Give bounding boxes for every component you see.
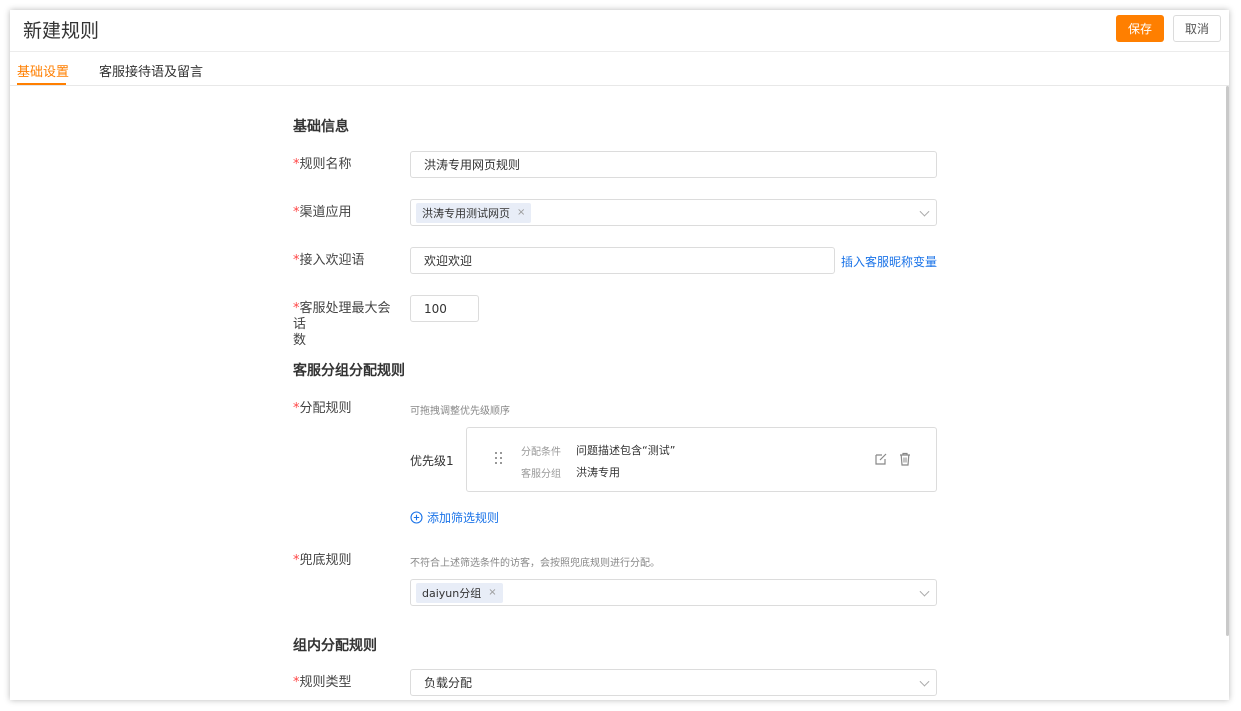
insert-nickname-variable-link[interactable]: 插入客服昵称变量 bbox=[841, 253, 937, 270]
channel-label-text: 渠道应用 bbox=[299, 205, 352, 220]
welcome-input[interactable]: 欢迎欢迎 bbox=[410, 247, 835, 274]
edit-icon[interactable] bbox=[874, 452, 888, 466]
welcome-label-text: 接入欢迎语 bbox=[299, 253, 365, 268]
welcome-label: *接入欢迎语 bbox=[293, 253, 403, 269]
max-sessions-label: *客服处理最大会话数 bbox=[293, 301, 403, 349]
rule-name-label-text: 规则名称 bbox=[299, 157, 352, 172]
chevron-down-icon bbox=[919, 586, 930, 597]
add-filter-rule-link[interactable]: 添加筛选规则 bbox=[410, 509, 499, 526]
save-button[interactable]: 保存 bbox=[1116, 15, 1164, 42]
chevron-down-icon bbox=[919, 676, 930, 687]
delete-icon[interactable] bbox=[898, 452, 912, 466]
max-sessions-input[interactable]: 100 bbox=[410, 295, 479, 322]
section-title-basic-info: 基础信息 bbox=[293, 119, 349, 135]
active-tab-indicator bbox=[17, 83, 66, 85]
channel-label: *渠道应用 bbox=[293, 205, 403, 221]
form-content: 基础信息 *规则名称 洪涛专用网页规则 *渠道应用 洪涛专用测试网页 × *接入… bbox=[10, 86, 1229, 700]
assign-rule-hint: 可拖拽调整优先级顺序 bbox=[410, 406, 510, 417]
vertical-scrollbar[interactable] bbox=[1226, 86, 1229, 636]
max-sessions-label-line1: 客服处理最大会话 bbox=[293, 301, 391, 332]
rule-type-select[interactable]: 负载分配 bbox=[410, 669, 937, 696]
tab-basic-settings[interactable]: 基础设置 bbox=[17, 61, 69, 80]
page-title: 新建规则 bbox=[23, 20, 100, 42]
rule-name-value: 洪涛专用网页规则 bbox=[424, 158, 521, 172]
condition-key: 分配条件 bbox=[521, 447, 561, 458]
channel-tag: 洪涛专用测试网页 × bbox=[416, 202, 532, 223]
tab-greeting-and-message[interactable]: 客服接待语及留言 bbox=[99, 61, 203, 80]
section-title-intra-group: 组内分配规则 bbox=[293, 638, 377, 654]
condition-value: 问题描述包含“测试” bbox=[576, 444, 676, 457]
assign-rule-label: *分配规则 bbox=[293, 401, 403, 417]
max-sessions-value: 100 bbox=[424, 301, 447, 316]
max-sessions-label-line2: 数 bbox=[293, 333, 307, 348]
fallback-rule-label-text: 兜底规则 bbox=[299, 553, 352, 568]
rule-name-label: *规则名称 bbox=[293, 157, 403, 173]
fallback-group-tag-label: daiyun分组 bbox=[422, 586, 482, 600]
rule-type-label-text: 规则类型 bbox=[299, 675, 352, 690]
fallback-rule-label: *兜底规则 bbox=[293, 553, 403, 569]
header-bar: 新建规则 保存 取消 bbox=[10, 10, 1229, 52]
add-filter-rule-label: 添加筛选规则 bbox=[427, 511, 500, 525]
cancel-button[interactable]: 取消 bbox=[1173, 15, 1221, 42]
plus-circle-icon bbox=[410, 511, 423, 524]
fallback-rule-hint: 不符合上述筛选条件的访客，会按照兜底规则进行分配。 bbox=[410, 558, 660, 569]
channel-tag-label: 洪涛专用测试网页 bbox=[422, 206, 510, 220]
assign-rule-label-text: 分配规则 bbox=[299, 401, 352, 416]
fallback-group-select[interactable]: daiyun分组 × bbox=[410, 579, 937, 606]
welcome-value: 欢迎欢迎 bbox=[424, 254, 473, 268]
chevron-down-icon bbox=[919, 206, 930, 217]
section-title-group-rules: 客服分组分配规则 bbox=[293, 363, 405, 379]
rule-name-input[interactable]: 洪涛专用网页规则 bbox=[410, 151, 937, 178]
group-value: 洪涛专用 bbox=[576, 466, 620, 479]
fallback-group-tag: daiyun分组 × bbox=[416, 582, 503, 603]
rule-type-value: 负载分配 bbox=[424, 676, 473, 690]
tab-bar: 基础设置 客服接待语及留言 bbox=[10, 52, 1229, 86]
rule-type-label: *规则类型 bbox=[293, 675, 403, 691]
priority-label: 优先级1 bbox=[410, 454, 454, 468]
remove-tag-icon[interactable]: × bbox=[488, 587, 496, 598]
drag-handle-icon[interactable] bbox=[495, 452, 503, 465]
remove-tag-icon[interactable]: × bbox=[517, 207, 525, 218]
app-window: 新建规则 保存 取消 基础设置 客服接待语及留言 基础信息 *规则名称 洪涛专用… bbox=[10, 10, 1229, 700]
channel-select[interactable]: 洪涛专用测试网页 × bbox=[410, 199, 937, 226]
group-key: 客服分组 bbox=[521, 469, 561, 480]
priority-rule-card[interactable]: 分配条件 问题描述包含“测试” 客服分组 洪涛专用 bbox=[466, 427, 937, 492]
